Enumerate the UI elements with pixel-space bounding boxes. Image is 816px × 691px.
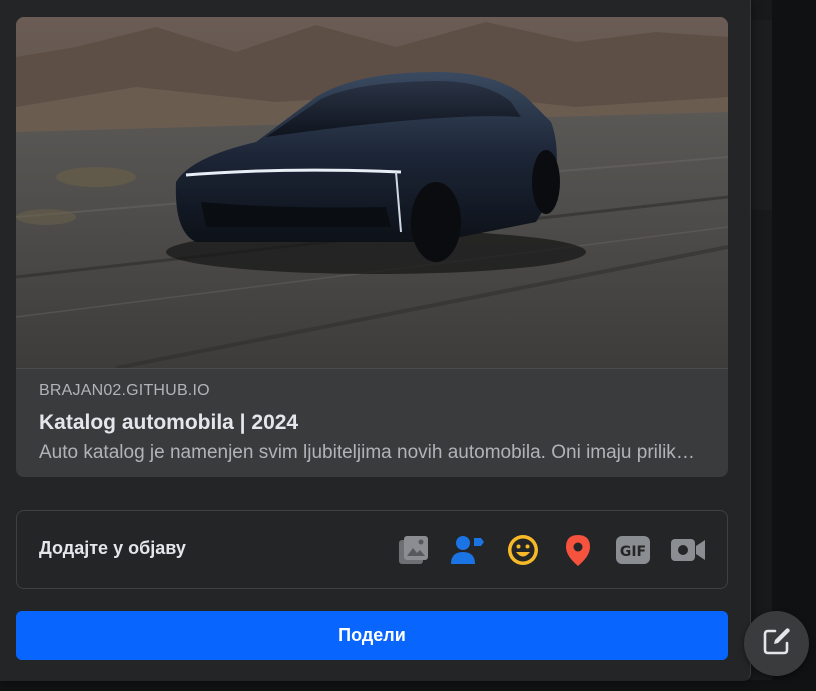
tag-people-icon[interactable] (449, 531, 487, 569)
create-post-dialog: BRAJAN02.GITHUB.IO Katalog automobila | … (0, 0, 751, 681)
link-description: Auto katalog je namenjen svim ljubitelji… (39, 442, 699, 463)
new-message-button[interactable] (744, 611, 809, 676)
feeling-icon[interactable] (504, 531, 542, 569)
background-panel (751, 20, 772, 210)
compose-icon (762, 626, 792, 661)
link-preview-card[interactable]: BRAJAN02.GITHUB.IO Katalog automobila | … (16, 17, 728, 477)
gif-icon[interactable]: GIF (614, 531, 652, 569)
link-preview-image[interactable] (16, 17, 728, 368)
link-preview-meta: BRAJAN02.GITHUB.IO Katalog automobila | … (16, 368, 728, 477)
check-in-icon[interactable] (559, 531, 597, 569)
link-domain: BRAJAN02.GITHUB.IO (39, 382, 210, 399)
live-video-icon[interactable] (669, 531, 707, 569)
add-to-post-bar: Додајте у објаву GIF (16, 510, 728, 589)
add-to-post-label: Додајте у објаву (39, 538, 186, 558)
page-backdrop (772, 0, 816, 691)
photo-video-icon[interactable] (395, 531, 433, 569)
link-title: Katalog automobila | 2024 (39, 411, 299, 434)
page-backdrop-strip (0, 680, 816, 691)
share-button[interactable]: Подели (16, 611, 728, 660)
svg-text:GIF: GIF (620, 544, 646, 560)
